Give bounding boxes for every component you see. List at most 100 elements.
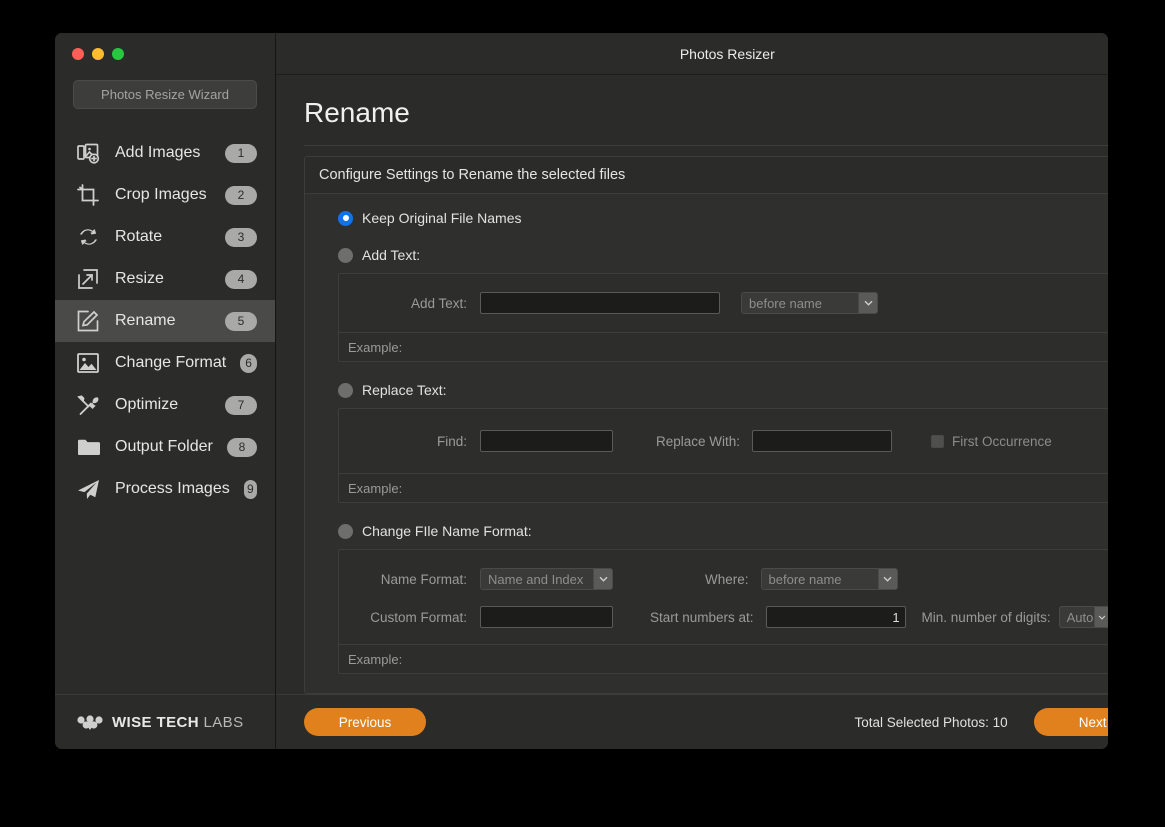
add-text-fields: Add Text: before name (339, 274, 1108, 332)
sidebar-item-change-format[interactable]: Change Format 6 (55, 342, 275, 384)
min-digits-select[interactable]: Auto (1058, 606, 1108, 628)
sidebar-item-crop-images[interactable]: Crop Images 2 (55, 174, 275, 216)
sidebar-item-badge: 6 (240, 353, 257, 373)
name-format-label: Name Format: (380, 571, 467, 587)
next-button-label: Next (1078, 714, 1107, 730)
chevron-down-icon (858, 293, 877, 313)
window-titlebar: Photos Resizer (276, 33, 1108, 75)
sidebar-nav: Add Images 1 Crop Images 2 Rotate 3 Resi… (55, 132, 275, 510)
replace-with-label: Replace With: (656, 433, 741, 449)
option-label: Change FIle Name Format: (362, 523, 532, 539)
zoom-window-button[interactable] (112, 48, 124, 60)
replace-text-field-row: Find: Replace With: First Occurrence (339, 428, 1108, 454)
add-text-field-row: Add Text: before name (339, 290, 1108, 316)
change-format-example: Example: (339, 644, 1108, 673)
example-label: Example: (348, 339, 403, 355)
sidebar-item-rename[interactable]: Rename 5 (55, 300, 275, 342)
panel-body: Keep Original File Names Add Text: Add T… (305, 194, 1108, 693)
start-numbers-label: Start numbers at: (650, 609, 754, 625)
replace-text-example: Example: (339, 473, 1108, 502)
brand-logo-area: WISE TECH LABS (55, 694, 275, 749)
radio-keep-original[interactable] (338, 210, 353, 226)
add-text-where-select[interactable]: before name (741, 292, 878, 314)
name-format-select[interactable]: Name and Index (480, 568, 613, 590)
paper-plane-icon (75, 476, 101, 502)
rename-icon (75, 308, 101, 334)
folder-icon (75, 434, 101, 460)
crop-icon (75, 182, 101, 208)
sidebar-item-resize[interactable]: Resize 4 (55, 258, 275, 300)
start-numbers-input[interactable] (765, 606, 906, 628)
sidebar-item-label: Crop Images (115, 186, 207, 203)
replace-text-group: Find: Replace With: First Occurrence Exa… (338, 408, 1108, 503)
option-label: Add Text: (362, 247, 421, 263)
sidebar-item-badge: 7 (225, 395, 257, 415)
find-input[interactable] (480, 430, 613, 452)
add-text-input[interactable] (480, 292, 720, 314)
option-label: Keep Original File Names (362, 210, 522, 226)
resize-icon (75, 266, 101, 292)
option-replace-text[interactable]: Replace Text: (326, 382, 1108, 398)
title-divider (304, 145, 1108, 146)
replace-with-input[interactable] (752, 430, 893, 452)
sidebar-item-rotate[interactable]: Rotate 3 (55, 216, 275, 258)
wizard-button-label: Photos Resize Wizard (101, 87, 229, 102)
find-label: Find: (436, 433, 467, 449)
sidebar: Photos Resize Wizard Add Images 1 Crop I… (55, 33, 276, 749)
next-button[interactable]: Next (1033, 708, 1108, 736)
sidebar-item-badge: 8 (226, 437, 257, 457)
sidebar-item-label: Optimize (115, 396, 179, 413)
name-format-value: Name and Index (488, 571, 584, 587)
radio-change-format[interactable] (338, 523, 353, 539)
footer: Previous Total Selected Photos: 10 Next (276, 694, 1108, 749)
first-occurrence-checkbox-wrap[interactable]: First Occurrence (931, 434, 1052, 449)
sidebar-item-process-images[interactable]: Process Images 9 (55, 468, 275, 510)
previous-button[interactable]: Previous (304, 708, 426, 736)
option-keep-original-file-names[interactable]: Keep Original File Names (326, 210, 1108, 226)
wise-tech-labs-logo-icon (77, 712, 103, 732)
sidebar-item-label: Resize (115, 270, 164, 287)
radio-add-text[interactable] (338, 247, 353, 263)
tools-icon (75, 392, 101, 418)
min-digits-value: Auto (1066, 609, 1094, 625)
chevron-down-icon (1093, 607, 1108, 627)
sidebar-item-label: Rotate (115, 228, 163, 245)
total-selected-photos-label: Total Selected Photos: 10 (854, 714, 1008, 730)
add-text-where-value: before name (749, 295, 822, 311)
first-occurrence-checkbox[interactable] (931, 434, 945, 448)
sidebar-item-optimize[interactable]: Optimize 7 (55, 384, 275, 426)
option-label: Replace Text: (362, 382, 447, 398)
sidebar-item-label: Change Format (115, 354, 227, 371)
sidebar-item-badge: 2 (225, 185, 257, 205)
brand-text-bold: WISE TECH (112, 713, 199, 731)
where-select[interactable]: before name (760, 568, 898, 590)
main-area: Photos Resizer Rename Configure Settings… (276, 33, 1108, 749)
custom-format-label: Custom Format: (370, 609, 467, 625)
sidebar-item-badge: 3 (225, 227, 257, 247)
photos-resize-wizard-button[interactable]: Photos Resize Wizard (73, 80, 257, 109)
sidebar-item-badge: 5 (225, 311, 257, 331)
radio-replace-text[interactable] (338, 382, 353, 398)
sidebar-item-output-folder[interactable]: Output Folder 8 (55, 426, 275, 468)
add-text-field-label: Add Text: (410, 295, 467, 311)
brand-text-light: LABS (203, 713, 244, 731)
sidebar-item-add-images[interactable]: Add Images 1 (55, 132, 275, 174)
add-images-icon (75, 140, 101, 166)
panel-header-label: Configure Settings to Rename the selecte… (319, 167, 626, 183)
sidebar-item-badge: 9 (243, 479, 257, 499)
option-add-text[interactable]: Add Text: (326, 247, 1108, 263)
where-value: before name (768, 571, 842, 587)
min-digits-label: Min. number of digits: (921, 609, 1051, 625)
panel-header: Configure Settings to Rename the selecte… (305, 157, 1108, 194)
rotate-icon (75, 224, 101, 250)
option-change-file-name-format[interactable]: Change FIle Name Format: (326, 523, 1108, 539)
change-format-fields: Name Format: Name and Index Where: befor… (339, 550, 1108, 644)
sidebar-item-label: Rename (115, 312, 176, 329)
chevron-down-icon (593, 569, 612, 589)
sidebar-item-label: Add Images (115, 144, 201, 161)
where-label: Where: (705, 571, 749, 587)
settings-panel: Configure Settings to Rename the selecte… (304, 156, 1108, 694)
close-window-button[interactable] (72, 48, 84, 60)
minimize-window-button[interactable] (92, 48, 104, 60)
custom-format-input[interactable] (480, 606, 613, 628)
